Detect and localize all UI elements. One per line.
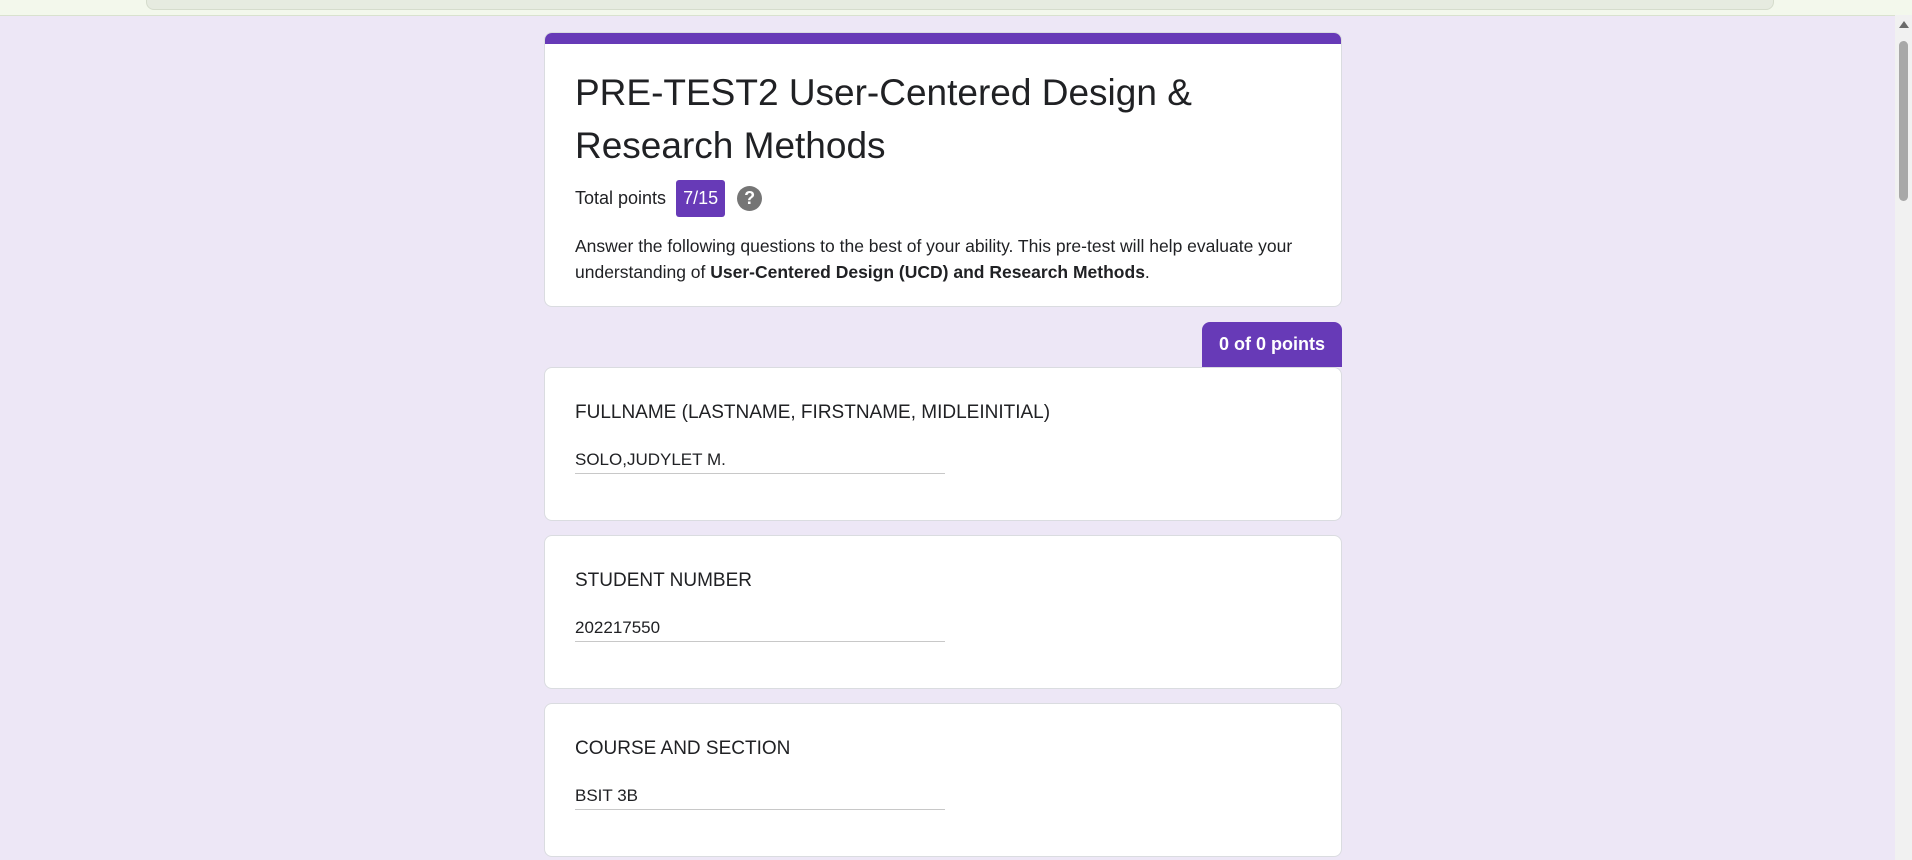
total-points-row: Total points 7/15 ? — [575, 180, 1341, 217]
scrollbar-thumb[interactable] — [1899, 41, 1908, 201]
answer-field: BSIT 3B — [575, 786, 945, 810]
question-title: STUDENT NUMBER — [575, 570, 752, 591]
form-description: Answer the following questions to the be… — [575, 233, 1301, 285]
browser-toolbar — [0, 0, 1912, 16]
address-bar[interactable] — [146, 0, 1774, 10]
scrollbar[interactable] — [1895, 15, 1912, 860]
header-accent-bar — [545, 33, 1341, 44]
section-points-tab: 0 of 0 points — [1202, 322, 1342, 367]
form-header-card: PRE-TEST2 User-Centered Design & Researc… — [544, 32, 1342, 307]
question-card: STUDENT NUMBER 202217550 — [544, 535, 1342, 689]
score-badge: 7/15 — [676, 180, 726, 217]
scroll-up-arrow-icon[interactable] — [1899, 21, 1909, 28]
answer-field: 202217550 — [575, 618, 945, 642]
total-points-label: Total points — [575, 188, 667, 208]
answer-field: SOLO,JUDYLET M. — [575, 450, 945, 474]
question-title: COURSE AND SECTION — [575, 738, 791, 759]
description-end: . — [1144, 262, 1150, 282]
help-icon[interactable]: ? — [737, 186, 763, 211]
question-card: FULLNAME (LASTNAME, FIRSTNAME, MIDLEINIT… — [544, 367, 1342, 521]
form-title: PRE-TEST2 User-Centered Design & Researc… — [575, 72, 1192, 166]
question-title: FULLNAME (LASTNAME, FIRSTNAME, MIDLEINIT… — [575, 402, 1051, 423]
description-bold-text: User-Centered Design (UCD) and Research … — [710, 262, 1145, 282]
question-card: COURSE AND SECTION BSIT 3B — [544, 703, 1342, 857]
